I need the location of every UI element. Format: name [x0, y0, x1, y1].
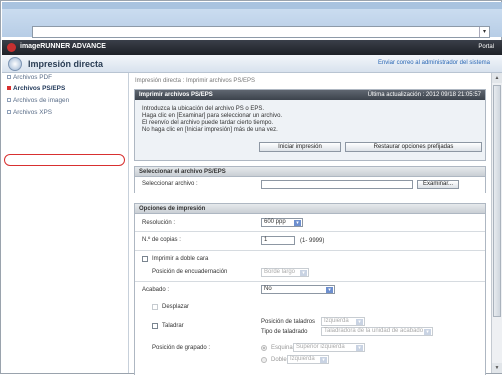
print-panel-header: Imprimir archivos PS/EPS Última actualiz…	[135, 90, 485, 100]
start-print-button[interactable]: Iniciar impresión	[259, 142, 341, 152]
print-options-panel: Opciones de impresión Resolución : 600 p…	[134, 203, 486, 376]
double-radio[interactable]	[261, 357, 267, 363]
bullet-icon	[7, 98, 11, 103]
double-select[interactable]: Izquierda ▾	[287, 355, 329, 364]
select-file-body: Seleccionar archivo : Examinar...	[135, 177, 485, 193]
canon-logo-icon	[7, 43, 16, 52]
chevron-down-icon: ▾	[300, 270, 307, 276]
bullet-icon	[7, 86, 11, 91]
page-title: Impresión directa	[28, 59, 104, 69]
mail-admin-link[interactable]: Enviar correo al administrador del siste…	[378, 60, 490, 66]
bullet-icon	[7, 75, 11, 80]
copies-input[interactable]: 1	[261, 236, 295, 245]
browser-window: ▾ imageRUNNER ADVANCE Portal Impresión d…	[0, 0, 502, 376]
binding-select[interactable]: Borde largo ▾	[261, 268, 309, 277]
bullet-icon	[7, 110, 11, 115]
resolution-label: Resolución :	[142, 220, 176, 226]
double-label: Doble	[271, 357, 287, 363]
chevron-down-icon: ▾	[356, 319, 363, 325]
direct-print-icon	[8, 57, 22, 71]
brand-title: imageRUNNER ADVANCE	[20, 43, 106, 50]
resolution-select[interactable]: 600 ppp ▾	[261, 218, 303, 227]
select-file-label: Seleccionar archivo :	[142, 181, 198, 187]
print-panel: Imprimir archivos PS/EPS Última actualiz…	[134, 89, 486, 161]
instruction-2: Haga clic en [Examinar] para seleccionar…	[142, 113, 283, 119]
punch-type-select[interactable]: Taladradora de la unidad de acabado ▾	[321, 327, 433, 336]
vertical-scrollbar[interactable]: ▲ ▼	[491, 73, 502, 373]
punch-type-label: Tipo de taladrado	[261, 329, 308, 335]
offset-checkbox[interactable]	[152, 304, 158, 310]
corner-select[interactable]: Superior izquierda ▾	[293, 343, 365, 352]
punch-position-label: Posición de taladros	[261, 319, 316, 325]
duplex-checkbox[interactable]	[142, 256, 148, 262]
scroll-down-icon[interactable]: ▼	[492, 363, 502, 373]
sidebar-item-images[interactable]: Archivos de imagen	[7, 97, 69, 104]
restore-defaults-button[interactable]: Restaurar opciones prefijadas	[345, 142, 482, 152]
finishing-select[interactable]: No ▾	[261, 285, 335, 294]
punch-position-select[interactable]: Izquierda ▾	[321, 317, 365, 326]
corner-label: Esquina	[271, 345, 293, 351]
punch-checkbox[interactable]	[152, 323, 158, 329]
sidebar-active-highlight	[4, 154, 125, 166]
copies-label: N.º de copias :	[142, 237, 181, 243]
chevron-down-icon: ▾	[424, 329, 431, 335]
chevron-down-icon: ▾	[320, 357, 327, 363]
main-content: Impresión directa : Imprimir archivos PS…	[129, 73, 491, 376]
instruction-4: No haga clic en [Iniciar impresión] más …	[142, 127, 278, 133]
chevron-down-icon: ▾	[356, 345, 363, 351]
corner-radio[interactable]	[261, 345, 267, 351]
finishing-label: Acabado :	[142, 287, 170, 293]
offset-label: Desplazar	[162, 304, 190, 310]
print-options-header: Opciones de impresión	[135, 204, 485, 214]
instruction-3: El reenvío del archivo puede tardar cier…	[142, 120, 274, 126]
scroll-thumb[interactable]	[493, 85, 501, 317]
print-panel-body: Introduzca la ubicación del archivo PS o…	[135, 100, 485, 160]
sidebar-item-xps[interactable]: Archivos XPS	[7, 109, 52, 116]
browse-button[interactable]: Examinar...	[417, 180, 459, 189]
last-updated: Última actualización : 2012 09/18 21:05:…	[367, 92, 481, 98]
instruction-1: Introduzca la ubicación del archivo PS o…	[142, 106, 265, 112]
staple-label: Posición de grapado :	[152, 345, 211, 351]
address-dropdown-icon[interactable]: ▾	[479, 27, 489, 37]
file-path-input[interactable]	[261, 180, 413, 189]
divider	[135, 231, 485, 232]
portal-link[interactable]: Portal	[478, 44, 494, 50]
page-header: Impresión directa Enviar correo al admin…	[2, 55, 502, 73]
punch-label: Taladrar	[162, 323, 184, 329]
scroll-up-icon[interactable]: ▲	[492, 73, 502, 83]
chevron-down-icon: ▾	[326, 287, 333, 293]
address-bar[interactable]: ▾	[32, 26, 490, 38]
browser-toolbar: ▾	[2, 2, 502, 38]
binding-label: Posición de encuadernación	[152, 269, 228, 275]
sidebar-item-pdf[interactable]: Archivos PDF	[7, 74, 52, 81]
sidebar-item-ps-eps[interactable]: Archivos PS/EPS	[7, 85, 65, 92]
browser-tabstrip	[2, 2, 502, 9]
select-file-panel: Seleccionar el archivo PS/EPS Selecciona…	[134, 166, 486, 193]
app-topbar: imageRUNNER ADVANCE Portal	[2, 40, 502, 55]
select-file-header: Seleccionar el archivo PS/EPS	[135, 167, 485, 177]
divider	[135, 250, 485, 251]
breadcrumb: Impresión directa : Imprimir archivos PS…	[135, 78, 256, 84]
copies-range: (1- 9999)	[300, 238, 325, 244]
print-options-body: Resolución : 600 ppp ▾ N.º de copias : 1 …	[135, 214, 485, 376]
sidebar: Archivos PDF Archivos PS/EPS Archivos de…	[2, 73, 129, 373]
duplex-label: Imprimir a doble cara	[152, 256, 209, 262]
chevron-down-icon: ▾	[294, 220, 301, 226]
divider	[135, 281, 485, 282]
